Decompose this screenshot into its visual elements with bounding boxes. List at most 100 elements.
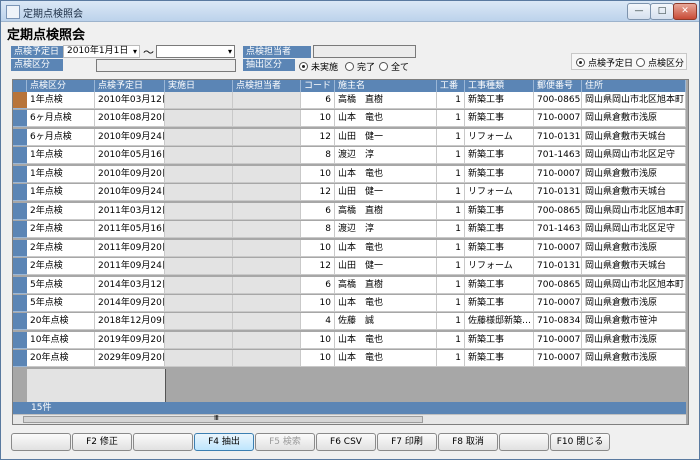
radio-all[interactable]: 全て	[379, 60, 409, 73]
row-selector[interactable]	[13, 276, 27, 294]
table-row[interactable]: 2年点検 2011年05月16日 8 渡辺 淳 1 新築工事 701-1463 岡山県岡山市北…	[13, 221, 686, 239]
cell-done-date[interactable]	[165, 258, 233, 276]
cell-inspector[interactable]	[233, 128, 301, 146]
cell-done-date[interactable]	[165, 239, 233, 257]
cell-done-date[interactable]	[165, 147, 233, 165]
cell-postal[interactable]: 710-0131	[534, 128, 582, 146]
cell-work-type[interactable]: 佐藤様邸新築…	[465, 313, 534, 331]
cell-inspector[interactable]	[233, 165, 301, 183]
cell-category[interactable]: 20年点検	[27, 350, 95, 368]
col-header-owner[interactable]: 施主名	[335, 80, 437, 92]
table-row[interactable]: 5年点検 2014年03月12日 6 高橋 直樹 1 新築工事 700-0865 岡山県岡山市…	[13, 276, 686, 294]
cell-scheduled-date[interactable]: 2010年09月24日	[95, 128, 165, 146]
col-header-postal[interactable]: 郵便番号	[534, 80, 582, 92]
cell-work-type[interactable]: リフォーム	[465, 184, 534, 202]
cell-owner[interactable]: 山田 健一	[335, 128, 437, 146]
cell-scheduled-date[interactable]: 2011年05月16日	[95, 221, 165, 239]
cell-owner[interactable]: 高橋 直樹	[335, 202, 437, 220]
cell-scheduled-date[interactable]: 2014年03月12日	[95, 276, 165, 294]
cell-address[interactable]: 岡山県倉敷市天城台	[582, 128, 686, 146]
row-selector[interactable]	[13, 184, 27, 202]
cell-address[interactable]: 岡山県倉敷市浅原	[582, 165, 686, 183]
fkey-button-f1[interactable]	[11, 433, 71, 451]
cell-done-date[interactable]	[165, 184, 233, 202]
cell-scheduled-date[interactable]: 2010年09月24日	[95, 184, 165, 202]
cell-work-type[interactable]: 新築工事	[465, 221, 534, 239]
cell-address[interactable]: 岡山県倉敷市浅原	[582, 110, 686, 128]
cell-code[interactable]: 8	[301, 221, 335, 239]
print-button[interactable]: F7 印刷	[377, 433, 437, 451]
search-button[interactable]: F5 検索	[255, 433, 315, 451]
cell-category[interactable]: 6ヶ月点検	[27, 110, 95, 128]
radio-all-button[interactable]	[379, 62, 388, 71]
cell-work-type[interactable]: リフォーム	[465, 128, 534, 146]
row-selector[interactable]	[13, 128, 27, 146]
cell-category[interactable]: 20年点検	[27, 313, 95, 331]
table-row[interactable]: 6ヶ月点検 2010年08月20日 10 山本 竜也 1 新築工事 710-0007 岡山県倉…	[13, 110, 686, 128]
sort-by-date[interactable]: 点検予定日	[576, 56, 633, 69]
cell-job-no[interactable]: 1	[437, 331, 465, 349]
col-header-done-date[interactable]: 実施日	[165, 80, 233, 92]
radio-not-done-button[interactable]	[299, 62, 308, 71]
cell-postal[interactable]: 710-0131	[534, 184, 582, 202]
row-selector[interactable]	[13, 350, 27, 368]
cell-postal[interactable]: 710-0834	[534, 313, 582, 331]
row-selector[interactable]	[13, 331, 27, 349]
cell-job-no[interactable]: 1	[437, 276, 465, 294]
table-row[interactable]: 6ヶ月点検 2010年09月24日 12 山田 健一 1 リフォーム 710-0131 岡山県…	[13, 128, 686, 146]
cell-category[interactable]: 2年点検	[27, 258, 95, 276]
date-from-picker[interactable]: 2010年1月1日 ▾	[63, 45, 140, 58]
cell-inspector[interactable]	[233, 258, 301, 276]
cell-category[interactable]: 10年点検	[27, 331, 95, 349]
cell-job-no[interactable]: 1	[437, 184, 465, 202]
row-selector[interactable]	[13, 147, 27, 165]
cell-job-no[interactable]: 1	[437, 92, 465, 109]
cell-inspector[interactable]	[233, 294, 301, 312]
cell-owner[interactable]: 佐藤 誠	[335, 313, 437, 331]
row-selector[interactable]	[13, 221, 27, 239]
cell-done-date[interactable]	[165, 92, 233, 109]
cell-code[interactable]: 12	[301, 184, 335, 202]
cell-postal[interactable]: 710-0131	[534, 258, 582, 276]
cell-done-date[interactable]	[165, 276, 233, 294]
cell-category[interactable]: 1年点検	[27, 165, 95, 183]
cell-scheduled-date[interactable]: 2011年09月24日	[95, 258, 165, 276]
col-header-scheduled-date[interactable]: 点検予定日	[95, 80, 165, 92]
scroll-thumb[interactable]: Ⅲ	[23, 414, 423, 423]
cell-address[interactable]: 岡山県倉敷市笹沖	[582, 313, 686, 331]
cell-code[interactable]: 6	[301, 202, 335, 220]
cell-scheduled-date[interactable]: 2010年05月16日	[95, 147, 165, 165]
row-selector[interactable]	[13, 258, 27, 276]
cell-owner[interactable]: 山田 健一	[335, 184, 437, 202]
col-header-inspector[interactable]: 点検担当者	[233, 80, 301, 92]
cell-postal[interactable]: 710-0007	[534, 110, 582, 128]
cell-address[interactable]: 岡山県岡山市北区旭本町	[582, 92, 686, 109]
cell-work-type[interactable]: 新築工事	[465, 202, 534, 220]
cell-work-type[interactable]: 新築工事	[465, 165, 534, 183]
category-field[interactable]	[96, 59, 236, 72]
row-selector[interactable]	[13, 313, 27, 331]
cell-address[interactable]: 岡山県岡山市北区旭本町	[582, 276, 686, 294]
close-button[interactable]: ✕	[673, 3, 697, 20]
cell-category[interactable]: 5年点検	[27, 276, 95, 294]
cell-code[interactable]: 8	[301, 147, 335, 165]
cell-scheduled-date[interactable]: 2014年09月20日	[95, 294, 165, 312]
cell-work-type[interactable]: 新築工事	[465, 276, 534, 294]
horizontal-scrollbar[interactable]: Ⅲ	[13, 414, 686, 424]
cell-work-type[interactable]: 新築工事	[465, 110, 534, 128]
table-row[interactable]: 1年点検 2010年05月16日 8 渡辺 淳 1 新築工事 701-1463 岡山県岡山市北…	[13, 147, 686, 165]
cell-inspector[interactable]	[233, 110, 301, 128]
cell-owner[interactable]: 山本 竜也	[335, 239, 437, 257]
cell-done-date[interactable]	[165, 331, 233, 349]
cell-code[interactable]: 10	[301, 294, 335, 312]
csv-button[interactable]: F6 CSV	[316, 433, 376, 451]
cell-category[interactable]: 1年点検	[27, 92, 95, 109]
cell-category[interactable]: 2年点検	[27, 221, 95, 239]
inspection-grid[interactable]: 点検区分 点検予定日 実施日 点検担当者 コード 施主名 工番 工事種類 郵便番…	[12, 79, 689, 425]
cell-work-type[interactable]: リフォーム	[465, 258, 534, 276]
table-row[interactable]: 10年点検 2019年09月20日 10 山本 竜也 1 新築工事 710-0007 岡山県倉…	[13, 331, 686, 349]
cell-work-type[interactable]: 新築工事	[465, 92, 534, 109]
cell-owner[interactable]: 山本 竜也	[335, 294, 437, 312]
sort-by-category-button[interactable]	[636, 58, 645, 67]
sort-by-date-button[interactable]	[576, 58, 585, 67]
